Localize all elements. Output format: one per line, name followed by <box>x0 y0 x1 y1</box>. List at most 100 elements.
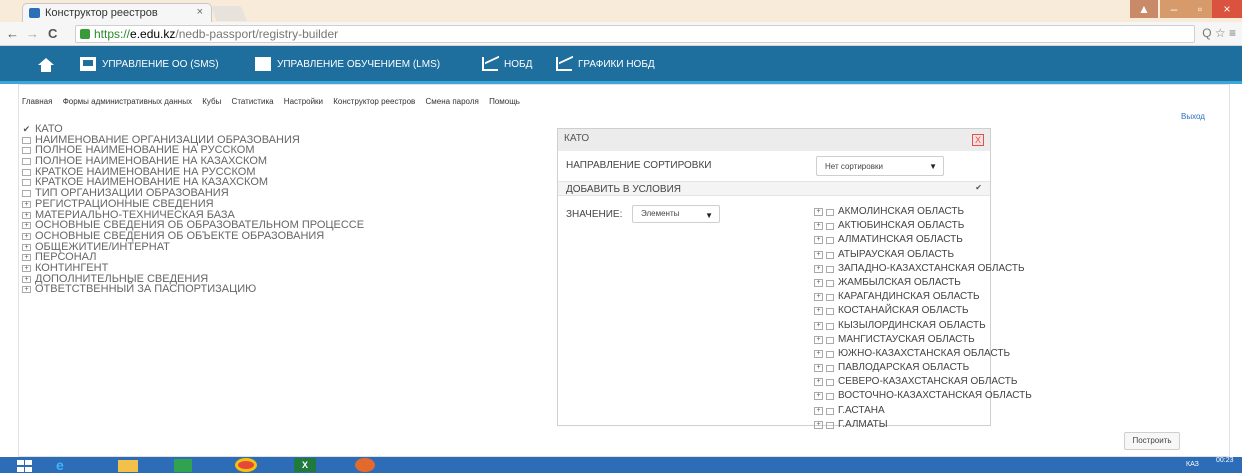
nav-item-lms[interactable]: УПРАВЛЕНИЕ ОБУЧЕНИЕМ (LMS) <box>255 57 440 73</box>
forward-icon[interactable]: → <box>26 26 39 41</box>
checkbox-icon[interactable] <box>22 158 31 166</box>
sort-direction-select[interactable]: Нет сортировки ▼ <box>816 156 944 176</box>
region-item[interactable]: + КЫЗЫЛОРДИНСКАЯ ОБЛАСТЬ <box>814 319 1032 333</box>
expand-icon[interactable]: + <box>814 278 823 287</box>
close-icon[interactable]: X <box>972 134 984 146</box>
value-mode-select[interactable]: Элементы ▼ <box>632 205 720 223</box>
expand-icon[interactable]: + <box>22 264 31 272</box>
expand-icon[interactable]: + <box>22 211 31 219</box>
expand-icon[interactable]: + <box>22 232 31 240</box>
tab-close-icon[interactable]: × <box>197 6 203 18</box>
region-item[interactable]: + ЮЖНО-КАЗАХСТАНСКАЯ ОБЛАСТЬ <box>814 347 1032 361</box>
windows-start-icon[interactable] <box>16 458 34 473</box>
expand-icon[interactable]: + <box>814 392 823 401</box>
region-item[interactable]: + ЗАПАДНО-КАЗАХСТАНСКАЯ ОБЛАСТЬ <box>814 262 1032 276</box>
new-tab-button[interactable] <box>211 6 247 21</box>
checkbox-icon[interactable] <box>826 393 834 401</box>
checkbox-icon[interactable] <box>826 407 834 415</box>
expand-icon[interactable]: + <box>814 406 823 415</box>
expand-icon[interactable]: + <box>814 250 823 259</box>
checkbox-checked-icon[interactable]: ✔ <box>22 125 31 134</box>
checkbox-icon[interactable] <box>826 322 834 330</box>
folder-icon[interactable] <box>118 460 138 472</box>
expand-icon[interactable]: + <box>814 236 823 245</box>
checkbox-icon[interactable] <box>826 421 834 429</box>
expand-icon[interactable]: + <box>22 254 31 262</box>
expand-icon[interactable]: + <box>814 307 823 316</box>
minimize-button[interactable]: – <box>1160 0 1188 18</box>
menu-item-home[interactable]: Главная <box>22 97 52 106</box>
checkbox-icon[interactable] <box>22 147 31 155</box>
menu-item-registry-builder[interactable]: Конструктор реестров <box>333 97 415 106</box>
region-item[interactable]: + КАРАГАНДИНСКАЯ ОБЛАСТЬ <box>814 290 1032 304</box>
expand-icon[interactable]: + <box>814 364 823 373</box>
expand-icon[interactable]: + <box>814 293 823 302</box>
checkbox-icon[interactable] <box>22 179 31 187</box>
menu-item-help[interactable]: Помощь <box>489 97 520 106</box>
nav-item-nobd[interactable]: НОБД <box>482 57 532 73</box>
expand-icon[interactable]: + <box>814 208 823 216</box>
region-item[interactable]: + АТЫРАУСКАЯ ОБЛАСТЬ <box>814 248 1032 262</box>
expand-icon[interactable]: + <box>814 349 823 358</box>
browser-tab[interactable]: Конструктор реестров × <box>22 3 212 22</box>
checkbox-icon[interactable] <box>22 136 31 144</box>
checkbox-icon[interactable] <box>826 251 834 259</box>
reload-icon[interactable]: C <box>48 26 57 41</box>
region-item[interactable]: + АКТЮБИНСКАЯ ОБЛАСТЬ <box>814 219 1032 233</box>
expand-icon[interactable]: + <box>22 286 31 294</box>
checkbox-icon[interactable] <box>826 308 834 316</box>
firefox-icon[interactable] <box>355 458 375 472</box>
menu-item-forms[interactable]: Формы административных данных <box>63 97 192 106</box>
expand-icon[interactable]: + <box>22 275 31 283</box>
region-item[interactable]: + Г.АСТАНА <box>814 404 1032 418</box>
checkbox-icon[interactable] <box>826 350 834 358</box>
checkbox-icon[interactable] <box>826 379 834 387</box>
clock[interactable]: 00:23 <box>1216 457 1234 465</box>
close-window-button[interactable]: × <box>1212 0 1242 18</box>
build-button[interactable]: Построить <box>1124 432 1180 450</box>
store-icon[interactable] <box>174 459 192 472</box>
checkbox-icon[interactable] <box>826 209 834 216</box>
maximize-button[interactable]: ▫ <box>1186 0 1214 18</box>
menu-item-statistics[interactable]: Статистика <box>232 97 274 106</box>
ie-icon[interactable]: e <box>56 458 90 473</box>
expand-icon[interactable]: + <box>814 378 823 387</box>
expand-icon[interactable]: + <box>22 222 31 230</box>
address-bar[interactable]: https://e.edu.kz/nedb-passport/registry-… <box>75 25 1195 43</box>
region-item[interactable]: + МАНГИСТАУСКАЯ ОБЛАСТЬ <box>814 333 1032 347</box>
checkbox-icon[interactable] <box>826 336 834 344</box>
checkbox-icon[interactable] <box>22 168 31 176</box>
checkbox-icon[interactable] <box>826 365 834 373</box>
browser-menu-icons[interactable]: Q ☆ ≡ <box>1202 26 1236 40</box>
home-icon[interactable] <box>38 58 54 72</box>
nav-item-sms[interactable]: УПРАВЛЕНИЕ ОО (SMS) <box>80 57 219 73</box>
region-item[interactable]: + СЕВЕРО-КАЗАХСТАНСКАЯ ОБЛАСТЬ <box>814 375 1032 389</box>
language-indicator[interactable]: КАЗ <box>1186 461 1199 468</box>
nav-item-charts[interactable]: ГРАФИКИ НОБД <box>556 57 655 73</box>
menu-item-settings[interactable]: Настройки <box>284 97 323 106</box>
checkbox-icon[interactable] <box>826 279 834 287</box>
menu-item-change-password[interactable]: Смена пароля <box>426 97 479 106</box>
menu-item-cubes[interactable]: Кубы <box>202 97 221 106</box>
checkbox-icon[interactable] <box>826 223 834 231</box>
region-item[interactable]: + КОСТАНАЙСКАЯ ОБЛАСТЬ <box>814 304 1032 318</box>
region-item[interactable]: + ПАВЛОДАРСКАЯ ОБЛАСТЬ <box>814 361 1032 375</box>
excel-icon[interactable]: X <box>294 458 316 472</box>
expand-icon[interactable]: + <box>814 264 823 273</box>
region-item[interactable]: + АКМОЛИНСКАЯ ОБЛАСТЬ <box>814 205 1032 219</box>
expand-icon[interactable]: + <box>814 420 823 429</box>
region-item[interactable]: + ЖАМБЫЛСКАЯ ОБЛАСТЬ <box>814 276 1032 290</box>
expand-icon[interactable]: + <box>814 335 823 344</box>
expand-icon[interactable]: + <box>814 222 823 231</box>
region-item[interactable]: + АЛМАТИНСКАЯ ОБЛАСТЬ <box>814 233 1032 247</box>
user-icon[interactable]: ▲ <box>1130 0 1158 18</box>
check-icon[interactable]: ✔ <box>975 183 982 192</box>
expand-icon[interactable]: + <box>22 243 31 251</box>
tree-item[interactable]: + ОТВЕТСТВЕННЫЙ ЗА ПАСПОРТИЗАЦИЮ <box>22 284 364 295</box>
expand-icon[interactable]: + <box>814 321 823 330</box>
chrome-icon[interactable] <box>235 458 257 472</box>
region-item[interactable]: + ВОСТОЧНО-КАЗАХСТАНСКАЯ ОБЛАСТЬ <box>814 389 1032 403</box>
expand-icon[interactable]: + <box>22 200 31 208</box>
logout-link[interactable]: Выход <box>1181 112 1205 121</box>
checkbox-icon[interactable] <box>826 265 834 273</box>
